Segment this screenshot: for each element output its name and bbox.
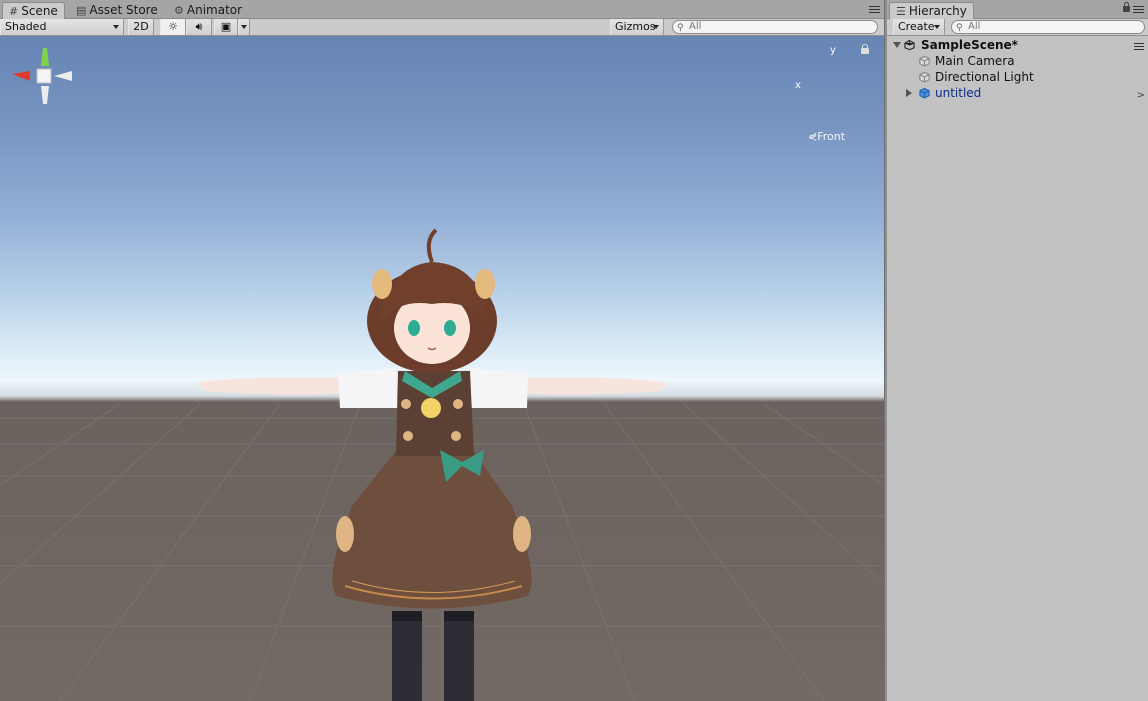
- scene-tabbar: # Scene ▤ Asset Store ⚙ Animator: [0, 0, 884, 19]
- chevron-down-icon: [934, 25, 940, 29]
- scene-render: [0, 228, 884, 701]
- gizmo-neg-x-axis: [54, 71, 72, 81]
- hierarchy-toolbar: Create ⚲ All: [887, 19, 1148, 36]
- effects-toggle-button[interactable]: ▣: [214, 19, 238, 35]
- hierarchy-panel: ☰ Hierarchy Create ⚲ All SampleScene* Ma…: [887, 0, 1148, 701]
- character-model: [198, 228, 668, 701]
- gizmo-x-label: x: [795, 80, 801, 91]
- view-orientation-gizmo[interactable]: [0, 36, 90, 146]
- hierarchy-search-input[interactable]: ⚲ All: [951, 20, 1145, 34]
- chevron-right-icon[interactable]: >: [1137, 88, 1145, 104]
- tab-animator[interactable]: ⚙ Animator: [168, 2, 248, 19]
- hierarchy-item-untitled[interactable]: untitled >: [887, 85, 1148, 101]
- chevron-down-icon: [113, 25, 119, 29]
- speaker-icon: 🔊︎: [195, 20, 203, 33]
- hierarchy-icon: ☰: [896, 5, 906, 18]
- image-icon: ▣: [220, 20, 232, 33]
- 2d-toggle-button[interactable]: 2D: [128, 19, 154, 35]
- gizmo-neg-y-axis: [41, 86, 49, 104]
- scene-toolbar: Shaded 2D ☼ 🔊︎ ▣ Gizmos ⚲ All: [0, 19, 884, 36]
- hierarchy-tabbar: ☰ Hierarchy: [887, 0, 1148, 19]
- panel-menu-icon[interactable]: [866, 4, 880, 14]
- prefab-icon: [919, 87, 930, 99]
- create-dropdown[interactable]: Create: [893, 19, 945, 35]
- scene-menu-icon[interactable]: [1132, 41, 1144, 50]
- tab-scene[interactable]: # Scene: [2, 2, 65, 19]
- foldout-open-icon[interactable]: [893, 42, 901, 48]
- lighting-toggle-button[interactable]: ☼: [160, 19, 186, 35]
- lock-icon[interactable]: [861, 44, 869, 54]
- tab-hierarchy[interactable]: ☰ Hierarchy: [889, 2, 974, 19]
- gizmo-y-axis: [41, 48, 49, 66]
- search-icon: ⚲: [956, 23, 963, 33]
- scene-viewport[interactable]: y x ⋞Front: [0, 36, 884, 701]
- animator-icon: ⚙: [174, 4, 184, 17]
- panel-menu-icon[interactable]: [1130, 4, 1144, 14]
- hierarchy-item-main-camera[interactable]: Main Camera: [887, 53, 1148, 69]
- scene-root-row[interactable]: SampleScene*: [887, 37, 1148, 53]
- gizmo-x-axis: [12, 71, 30, 81]
- search-icon: ⚲: [677, 23, 684, 33]
- view-label[interactable]: ⋞Front: [808, 130, 845, 143]
- store-icon: ▤: [76, 4, 87, 17]
- chevron-down-icon: [653, 25, 659, 29]
- gizmo-y-label: y: [830, 45, 836, 56]
- foldout-closed-icon[interactable]: [906, 89, 912, 97]
- draw-mode-dropdown[interactable]: Shaded: [0, 19, 124, 35]
- hierarchy-item-directional-light[interactable]: Directional Light: [887, 69, 1148, 85]
- effects-dropdown[interactable]: [238, 19, 250, 35]
- grid-icon: #: [9, 5, 19, 18]
- lock-icon[interactable]: [1123, 2, 1130, 12]
- tab-asset-store[interactable]: ▤ Asset Store: [70, 2, 164, 19]
- scene-panel: # Scene ▤ Asset Store ⚙ Animator Shaded 2D …: [0, 0, 884, 701]
- perspective-icon: ⋞: [808, 130, 818, 143]
- unity-scene-icon: [904, 39, 915, 51]
- scene-name: SampleScene*: [921, 38, 1018, 52]
- audio-toggle-button[interactable]: 🔊︎: [186, 19, 212, 35]
- sun-icon: ☼: [168, 20, 178, 33]
- gizmos-dropdown[interactable]: Gizmos: [610, 19, 664, 35]
- gameobject-icon: [919, 55, 930, 67]
- gameobject-icon: [919, 71, 930, 83]
- scene-search-input[interactable]: ⚲ All: [672, 20, 878, 34]
- chevron-down-icon: [241, 25, 247, 29]
